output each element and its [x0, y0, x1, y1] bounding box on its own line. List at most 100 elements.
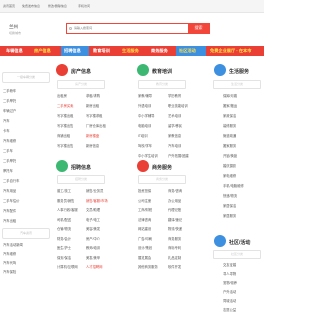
jobs-item[interactable]: 服务员/销售 — [57, 198, 74, 203]
left-item[interactable]: 汽车用品 — [3, 188, 16, 193]
house-item[interactable]: 新房楼盘 — [86, 133, 99, 138]
house-item[interactable]: 求租/求购 — [86, 93, 100, 98]
left-item[interactable]: 二手车估价 — [3, 198, 19, 203]
biz-item[interactable]: 其他商务服务 — [138, 264, 158, 269]
jobs-item[interactable]: 财务/会计 — [57, 236, 71, 241]
biz-item[interactable]: 投资担保 — [138, 188, 151, 193]
community-item[interactable]: 同城活动 — [223, 298, 236, 303]
jobs-item[interactable]: 销售/客服/市场 — [86, 198, 108, 203]
jobs-item[interactable]: 司机/配送 — [57, 217, 71, 222]
house-item[interactable]: 写字楼出售 — [57, 143, 73, 148]
left-item[interactable]: 汽车 — [3, 118, 10, 123]
biz-item[interactable]: 网站建设 — [138, 226, 151, 231]
house-item[interactable]: 出租房 — [57, 93, 67, 98]
biz-item[interactable]: 代理记账 — [168, 207, 181, 212]
edu-item[interactable]: 家教/辅导 — [138, 93, 152, 98]
life-item[interactable]: 开锁/换锁 — [223, 153, 237, 158]
left-item[interactable]: 汽车出租 — [3, 218, 16, 223]
nav-item-life[interactable]: 生活服务 — [122, 46, 139, 56]
house-item[interactable]: 写字楼出租 — [57, 113, 73, 118]
biz-item[interactable]: 展览展会 — [138, 255, 151, 260]
biz-item[interactable]: 商务服务 — [168, 236, 181, 241]
biz-item[interactable]: 公司注册 — [138, 198, 151, 203]
life-item[interactable]: 家居服务 — [223, 213, 236, 218]
nav-item-showroom[interactable]: 免费企业展厅 - 在本市 — [210, 46, 251, 56]
left-item[interactable]: 汽车配件 — [3, 208, 16, 213]
edu-item[interactable]: 中小学辅导 — [138, 113, 154, 118]
edu-item[interactable]: 留学/移民 — [168, 123, 182, 128]
biz-item[interactable]: 物流/快递 — [168, 226, 182, 231]
life-item[interactable]: 手机/电脑维修 — [223, 183, 244, 188]
house-item[interactable]: 写字楼出售 — [57, 123, 73, 128]
jobs-item[interactable]: 人事行政/客服 — [57, 207, 78, 212]
jobs-item[interactable]: 美容/美发 — [86, 226, 100, 231]
life-item[interactable]: 保姆/月嫂 — [223, 93, 237, 98]
house-item[interactable]: 写字楼求租 — [86, 113, 102, 118]
life-item[interactable]: 家居保洁 — [223, 203, 236, 208]
left-item[interactable]: 卡车 — [3, 128, 10, 133]
edu-item[interactable]: 家教信息 — [168, 133, 181, 138]
nav-item-biz[interactable]: 商务服务 — [151, 46, 168, 56]
nav-item-community[interactable]: 社区活动 — [179, 46, 196, 56]
biz-item[interactable]: 礼品定制 — [168, 255, 181, 260]
edu-item[interactable]: 学历教育 — [168, 93, 181, 98]
top-link-edit[interactable]: 修改/删除信息 — [48, 0, 67, 13]
jobs-item[interactable]: 教师/培训 — [86, 245, 100, 250]
life-item[interactable]: 装修服务 — [223, 123, 236, 128]
search-input[interactable] — [68, 24, 188, 32]
jobs-item[interactable]: 销售/业务员 — [86, 188, 103, 193]
edu-item[interactable]: 汽车培训 — [168, 143, 181, 148]
life-item[interactable]: 快递/物流 — [223, 193, 237, 198]
jobs-item[interactable]: 保安/保洁 — [57, 255, 71, 260]
biz-item[interactable]: 软件开发 — [168, 264, 181, 269]
life-item[interactable]: 管道疏通 — [223, 133, 236, 138]
house-item[interactable]: 厂房仓库出租 — [86, 123, 106, 128]
edu-item[interactable]: IT培训 — [138, 133, 148, 138]
biz-item[interactable]: 商标专利 — [168, 245, 181, 250]
search-button[interactable]: 搜索 — [188, 24, 209, 33]
edu-item[interactable]: 艺术培训 — [168, 113, 181, 118]
left-item[interactable]: 二手轿车 — [3, 88, 16, 93]
community-item[interactable]: 户外活动 — [223, 289, 236, 294]
life-item[interactable]: 家电维修 — [223, 173, 236, 178]
nav-item-vehicles[interactable]: 车辆信息 — [6, 46, 23, 56]
house-item[interactable]: 新房出租 — [86, 103, 99, 108]
nav-item-house[interactable]: 房产信息 — [34, 46, 51, 56]
edu-item[interactable]: 驾校/学车 — [138, 143, 152, 148]
edu-item[interactable]: 户外拓展/团建 — [168, 153, 189, 158]
top-link-post[interactable]: 免费发布信息 — [22, 0, 40, 13]
edu-item[interactable]: 职业技能培训 — [168, 103, 188, 108]
top-link-home[interactable]: 资讯首页 — [3, 0, 15, 13]
biz-item[interactable]: 办公用品 — [168, 198, 181, 203]
jobs-item[interactable]: 文员/助理 — [86, 207, 100, 212]
house-item[interactable]: 新房信息 — [86, 143, 99, 148]
biz-item[interactable]: 商务/咨询 — [168, 188, 182, 193]
biz-item[interactable]: 法律咨询 — [138, 217, 151, 222]
left-item[interactable]: 二手摩托 — [3, 98, 16, 103]
left-item[interactable]: 二手自行车 — [3, 178, 19, 183]
edu-item[interactable]: 外语培训 — [138, 103, 151, 108]
community-item[interactable]: 交友征婚 — [223, 262, 236, 267]
biz-item[interactable]: 翻译/速记 — [168, 217, 182, 222]
jobs-item[interactable]: 美发/美甲 — [86, 255, 100, 260]
left-item[interactable]: 摩托车 — [3, 168, 13, 173]
life-item[interactable]: 搬家/搬运 — [223, 103, 237, 108]
nav-item-jobs[interactable]: 招聘信息 — [64, 46, 81, 56]
life-item[interactable]: 搬家服务 — [223, 143, 236, 148]
edu-item[interactable]: 电脑培训 — [138, 123, 151, 128]
life-item[interactable]: 婚庆摄影 — [223, 163, 236, 168]
community-item[interactable]: 志愿公益 — [223, 307, 236, 312]
left-item[interactable]: 汽车代驾 — [3, 260, 16, 265]
biz-item[interactable]: 设计/策划 — [138, 245, 152, 250]
nav-item-edu[interactable]: 教育培训 — [93, 46, 110, 56]
left-item[interactable]: 二手车 — [3, 148, 13, 153]
left-item[interactable]: 车辆过户 — [3, 108, 16, 113]
city-switch-link[interactable]: 切换城市 — [9, 31, 21, 35]
community-item[interactable]: 宠物/领养 — [223, 280, 237, 285]
top-link-mobile[interactable]: 手机访问 — [78, 0, 90, 13]
biz-item[interactable]: 广告/印刷 — [138, 236, 152, 241]
life-item[interactable]: 家政保洁 — [223, 113, 236, 118]
jobs-item[interactable]: 普工/技工 — [57, 188, 71, 193]
left-item[interactable]: 汽车维修 — [3, 138, 16, 143]
jobs-item[interactable]: 医生/护士 — [57, 245, 71, 250]
